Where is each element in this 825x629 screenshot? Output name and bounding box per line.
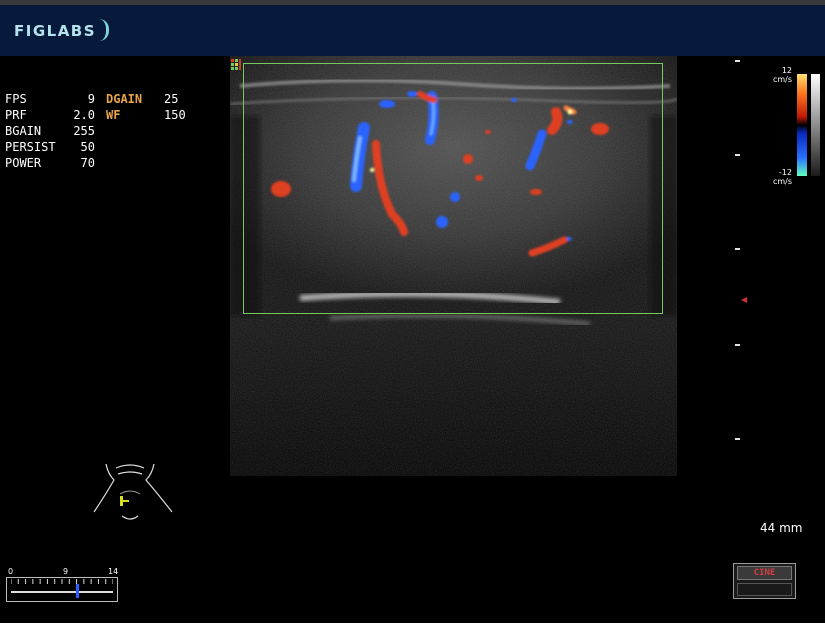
cine-slider-max: 14 [108,567,119,576]
depth-scale [728,58,748,458]
param-row-power: POWER 70 [5,155,205,171]
param-label: FPS [5,92,27,106]
param-label: POWER [5,156,42,170]
brand-logo: FIGLABS [14,22,97,40]
brand-logo-arc-icon [99,19,109,41]
param-value: 50 [80,140,95,154]
param-label: DGAIN [106,92,143,106]
color-scale-bottom-unit: cm/s [772,177,792,186]
color-doppler-roi-box[interactable] [243,63,663,314]
cine-slider-min: 0 [8,567,14,576]
depth-readout: 44 mm [760,521,803,535]
cine-frame-slider[interactable]: 0 9 14 [6,567,118,603]
cine-slider-track[interactable] [11,591,113,593]
param-label: PRF [5,108,27,122]
color-velocity-bar [797,74,807,176]
grayscale-bar [811,74,820,176]
param-label: WF [106,108,121,122]
param-value: 2.0 [73,108,95,122]
cine-status-slot [737,583,792,596]
param-row-bgain: BGAIN 255 [5,123,205,139]
color-scale-bottom: -12 cm/s [762,168,792,186]
param-label: PERSIST [5,140,56,154]
param-row-persist: PERSIST 50 [5,139,205,155]
cine-slider-mid: 9 [63,567,69,576]
cine-slider-ticks [11,579,113,584]
param-value: 255 [73,124,95,138]
cine-panel[interactable]: CINE [733,563,796,599]
depth-tick [735,344,740,346]
color-scale-bottom-value: -12 [778,168,792,177]
param-row-dgain: DGAIN 25 [106,91,206,107]
param-row-wf: WF 150 [106,107,206,123]
param-value: 25 [164,92,179,106]
depth-tick [735,438,740,440]
cine-button[interactable]: CINE [737,566,792,580]
param-value: 150 [164,108,186,122]
color-scale-top-unit: cm/s [772,75,792,84]
cine-slider-handle[interactable] [75,584,79,598]
param-label: BGAIN [5,124,42,138]
color-scale-top: 12 cm/s [762,66,792,84]
depth-tick [735,248,740,250]
roi-marker-icon [231,59,241,70]
param-value: 9 [87,92,95,106]
doppler-params: DGAIN 25 WF 150 [106,91,206,123]
color-scale-top-value: 12 [781,66,792,75]
param-value: 70 [80,156,95,170]
app-header: FIGLABS [0,5,825,56]
depth-tick [735,60,740,62]
focus-marker-icon[interactable] [741,297,747,303]
depth-tick [735,154,740,156]
bottom-border [0,623,825,629]
neck-body-marker-icon[interactable] [92,460,174,524]
